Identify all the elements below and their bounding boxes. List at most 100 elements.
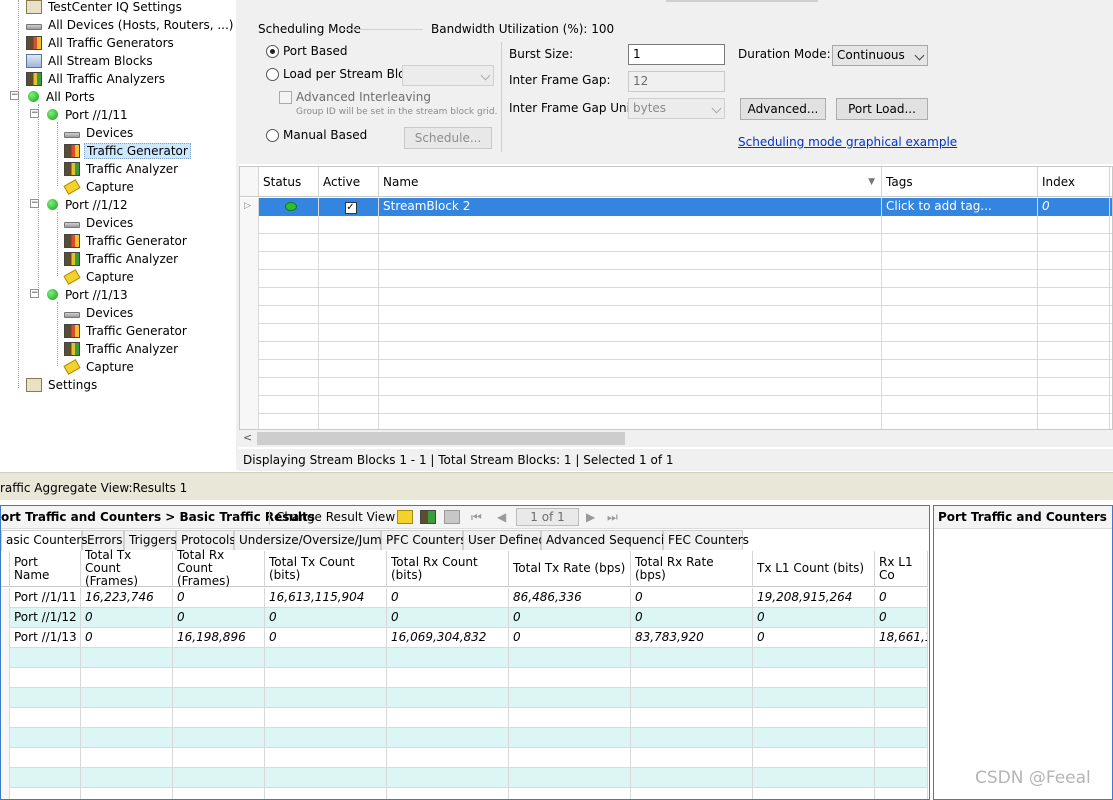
tree-item-testcenter-iq-settings[interactable]: TestCenter IQ Settings	[26, 0, 184, 15]
tab-triggers[interactable]: Triggers	[124, 530, 177, 550]
tree-item-port-1-11[interactable]: Port //1/11	[47, 105, 130, 123]
save-icon[interactable]	[444, 510, 460, 524]
refresh-icon[interactable]	[420, 510, 436, 524]
column-header[interactable]: Total Rx Count (Frames)	[173, 549, 265, 588]
empty-cell	[379, 234, 882, 252]
tree-item-port-1-13[interactable]: Port //1/13	[47, 285, 130, 303]
table-cell: 83,783,920	[631, 628, 753, 648]
empty-cell	[319, 378, 379, 396]
column-header[interactable]: Port Name	[10, 551, 81, 587]
load-per-stream-radio[interactable]	[266, 68, 279, 81]
tree-item-traffic-generator[interactable]: Traffic Generator	[64, 141, 191, 159]
tags-cell[interactable]: Click to add tag...	[882, 198, 1038, 216]
column-header-status[interactable]: Status	[259, 167, 319, 197]
column-header[interactable]: Rx L1 Co	[875, 551, 928, 587]
collapse-port-1-11-toggle[interactable]: −	[30, 109, 39, 118]
tab-pfc-counters[interactable]: PFC Counters	[381, 530, 467, 550]
row-selector-icon[interactable]: ▷	[240, 198, 259, 216]
scheduling-example-link[interactable]: Scheduling mode graphical example	[738, 135, 957, 149]
tree-item-label: Settings	[48, 377, 98, 392]
tab-errors[interactable]: Errors	[82, 530, 124, 550]
tree-item-traffic-generator[interactable]: Traffic Generator	[64, 321, 189, 339]
table-row[interactable]: Port //1/11 16,223,746 0 16,613,115,904 0 86,…	[1, 588, 928, 608]
tree-item-devices[interactable]: Devices	[64, 213, 135, 231]
column-header[interactable]: Total Rx Rate (bps)	[631, 551, 753, 587]
tree-item-port-1-12[interactable]: Port //1/12	[47, 195, 130, 213]
column-header-tags[interactable]: Tags	[882, 167, 1038, 197]
empty-row	[1, 688, 928, 708]
scroll-left-icon[interactable]: <	[243, 431, 252, 444]
column-header[interactable]: Tx L1 Count (bits)	[753, 551, 875, 587]
previous-page-icon[interactable]: ◀	[497, 506, 506, 528]
collapse-port-1-13-toggle[interactable]: −	[30, 289, 39, 298]
tree-item-traffic-analyzer[interactable]: Traffic Analyzer	[64, 159, 180, 177]
tree-item-devices[interactable]: Devices	[64, 123, 135, 141]
first-page-icon[interactable]: ⏮	[471, 506, 482, 528]
table-row[interactable]: ▷ ✓ StreamBlock 2 Click to add tag... 0	[240, 198, 1112, 216]
column-header[interactable]: Total Rx Count (bits)	[387, 551, 509, 587]
stream-name-cell[interactable]: StreamBlock 2	[379, 198, 882, 216]
tree-item-traffic-analyzer[interactable]: Traffic Analyzer	[64, 339, 180, 357]
empty-cell	[319, 396, 379, 414]
export-icon[interactable]	[397, 510, 413, 524]
table-cell: 16,069,304,832	[387, 628, 509, 648]
tree-item-devices[interactable]: Devices	[64, 303, 135, 321]
manual-based-label: Manual Based	[283, 128, 368, 142]
tab-fec-counters[interactable]: FEC Counters	[663, 530, 749, 550]
tree-item-capture[interactable]: Capture	[64, 357, 136, 375]
collapse-port-1-12-toggle[interactable]: −	[30, 199, 39, 208]
change-result-view-button[interactable]: Change Result View ▼	[276, 506, 405, 530]
tree-item-all-devices[interactable]: All Devices (Hosts, Routers, ...)	[26, 15, 235, 33]
port-load-button[interactable]: Port Load...	[836, 98, 928, 120]
burst-size-input[interactable]: 1	[628, 44, 725, 65]
tree-item-all-traffic-generators[interactable]: All Traffic Generators	[26, 33, 176, 51]
tree-item-traffic-analyzer[interactable]: Traffic Analyzer	[64, 249, 180, 267]
tab-advanced-sequencing[interactable]: Advanced Sequencing	[541, 530, 679, 550]
tree-item-all-traffic-analyzers[interactable]: All Traffic Analyzers	[26, 69, 167, 87]
advanced-button[interactable]: Advanced...	[740, 98, 826, 120]
manual-based-radio[interactable]	[266, 129, 279, 142]
table-cell	[387, 648, 509, 668]
table-cell	[509, 748, 631, 768]
tree-item-settings[interactable]: Settings	[26, 375, 99, 393]
load-per-stream-select[interactable]	[402, 65, 494, 86]
duration-mode-select[interactable]: Continuous	[832, 45, 928, 66]
column-header-index[interactable]: Index	[1038, 167, 1110, 197]
advanced-interleaving-checkbox[interactable]	[279, 91, 292, 104]
active-checkbox[interactable]: ✓	[319, 198, 379, 216]
port-based-radio[interactable]	[266, 45, 279, 58]
next-page-icon[interactable]: ▶	[586, 506, 595, 528]
page-indicator[interactable]: 1 of 1	[516, 508, 579, 526]
collapse-all-ports-toggle[interactable]: −	[10, 91, 19, 100]
column-header[interactable]: Total Tx Count (Frames)	[81, 549, 173, 588]
tree-item-all-ports[interactable]: All Ports	[28, 87, 97, 105]
tree-item-traffic-generator[interactable]: Traffic Generator	[64, 231, 189, 249]
tree-item-label: Traffic Generator	[86, 323, 187, 338]
table-row[interactable]: Port //1/13 0 16,198,896 0 16,069,304,832 0 83…	[1, 628, 928, 648]
tab-asic-counters[interactable]: asic Counters	[1, 530, 88, 551]
tree-item-capture[interactable]: Capture	[64, 177, 136, 195]
inter-frame-gap-unit-select[interactable]: bytes	[628, 98, 725, 119]
tree-item-capture[interactable]: Capture	[64, 267, 136, 285]
scrollbar-thumb[interactable]	[257, 432, 625, 445]
schedule-button[interactable]: Schedule...	[404, 127, 492, 149]
last-page-icon[interactable]: ⏭	[607, 506, 618, 528]
empty-cell	[259, 306, 319, 324]
tab-protocols[interactable]: Protocols	[176, 530, 236, 550]
inter-frame-gap-input[interactable]: 12	[628, 71, 725, 92]
filter-dropdown-icon[interactable]: ▼	[868, 167, 875, 197]
empty-cell	[882, 234, 1038, 252]
horizontal-scrollbar[interactable]: <	[239, 430, 1113, 447]
table-cell	[1, 628, 10, 648]
table-row[interactable]: Port //1/12 0 0 0 0 0 0 0 0	[1, 608, 928, 628]
tree-item-label: All Stream Blocks	[48, 53, 153, 68]
tree-item-all-stream-blocks[interactable]: All Stream Blocks	[26, 51, 155, 69]
column-header-name[interactable]: Name ▼	[379, 167, 882, 197]
tab-user-defined[interactable]: User Defined	[463, 530, 546, 550]
column-header[interactable]: Total Tx Count (bits)	[265, 551, 387, 587]
column-header[interactable]: Total Tx Rate (bps)	[509, 551, 631, 587]
empty-cell	[240, 360, 259, 378]
empty-cell	[240, 396, 259, 414]
column-header-active[interactable]: Active	[319, 167, 379, 197]
tab-undersize-oversize-jumbo[interactable]: Undersize/Oversize/Jumbo	[234, 530, 397, 550]
